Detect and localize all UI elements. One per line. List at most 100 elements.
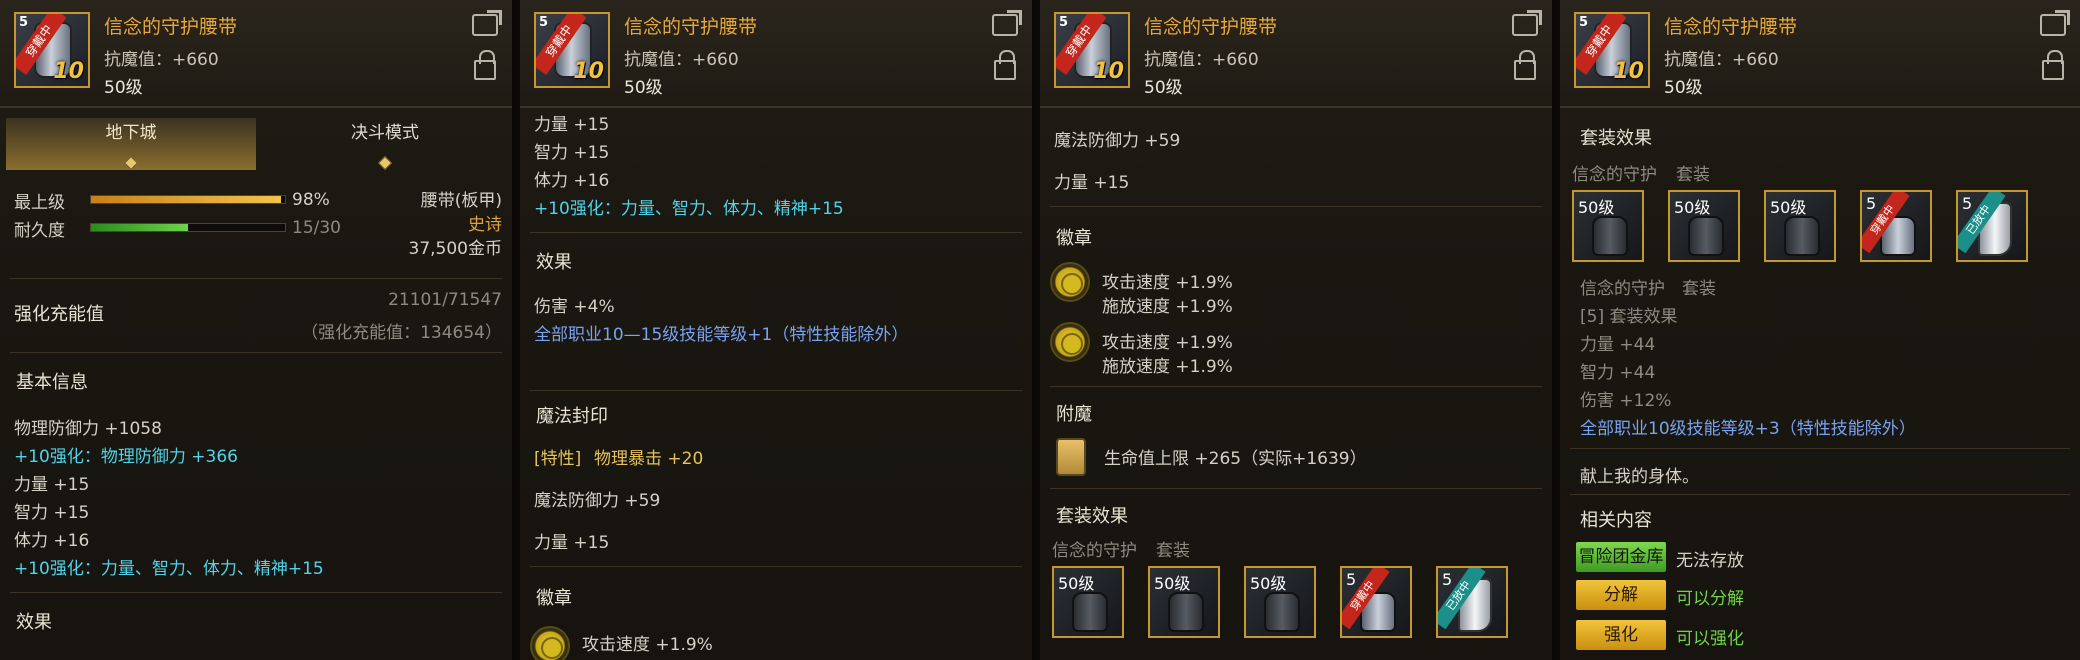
enchant-line: 生命值上限 +265（实际+1639） [1104,449,1367,469]
stat-line: +10强化：力量、智力、体力、精神+15 [14,559,324,579]
tab-dungeon[interactable]: 地下城 [6,118,256,171]
lock-icon[interactable] [994,50,1016,80]
magic-resist: 抗魔值：+660 [1144,50,1259,70]
enchant-title: 附魔 [1056,404,1092,425]
item-header: 5 穿戴中 10 信念的守护腰带 抗魔值：+660 50级 [1040,0,1552,108]
set-title: 套装效果 [1056,506,1128,527]
storage-text: 无法存放 [1676,551,1744,571]
magic-resist: 抗魔值：+660 [624,50,739,70]
set-slot[interactable]: 50级 [1052,566,1124,638]
share-icon[interactable] [1512,10,1542,36]
tooltip-panel-3: 5 穿戴中 10 信念的守护腰带 抗魔值：+660 50级 魔法防御力 +59 … [1040,0,1556,660]
belt-item-icon: 5 穿戴中 10 [1574,12,1650,88]
item-name: 信念的守护腰带 [104,16,238,38]
mdef-line: 魔法防御力 +59 [534,491,661,511]
item-name: 信念的守护腰带 [1144,16,1278,38]
set-name: 信念的守护 [1572,165,1657,185]
emblem-line: 攻击速度 +1.9% [582,635,713,655]
skill-line: 全部职业10—15级技能等级+1（特性技能除外） [534,325,909,345]
item-header: 5 穿戴中 10 信念的守护腰带 抗魔值：+660 50级 [520,0,1032,108]
set-name-2: 信念的守护 套装 [1580,279,1716,299]
tab-duel[interactable]: 决斗模式 [260,118,510,171]
related-title: 相关内容 [1580,510,1652,531]
grade-label: 最上级 [14,193,65,213]
disassemble-button[interactable]: 分解 [1576,580,1666,610]
str-line: 力量 +15 [1054,173,1130,193]
enchant-card-icon [1056,438,1086,476]
stat-line: 智力 +15 [14,503,90,523]
enhance-text: 可以强化 [1676,629,1744,649]
set-title: 套装效果 [1580,128,1652,149]
belt-item-icon: 5 穿戴中 10 [1054,12,1130,88]
lock-icon[interactable] [2042,50,2064,80]
icon-level: 5 [19,15,29,30]
set-slot[interactable]: 5 已放中 [1436,566,1508,638]
set-count: [5] 套装效果 [1580,307,1678,327]
set-skill: 全部职业10级技能等级+3（特性技能除外） [1580,419,1916,439]
magic-resist: 抗魔值：+660 [104,50,219,70]
stat-line: 力量 +15 [534,115,610,135]
item-name: 信念的守护腰带 [1664,16,1798,38]
mdef-line: 魔法防御力 +59 [1054,131,1181,151]
emblem-line: 攻击速度 +1.9% [1102,273,1233,293]
tooltip-panel-2: 5 穿戴中 10 信念的守护腰带 抗魔值：+660 50级 力量 +15 智力 … [520,0,1036,660]
item-level: 50级 [1144,78,1183,98]
damage-line: 伤害 +4% [534,297,615,317]
enhance-line: +10强化：力量、智力、体力、精神+15 [534,199,844,219]
stat-line: +10强化：物理防御力 +366 [14,447,238,467]
item-level: 50级 [624,78,663,98]
emblem-icon [1050,322,1090,362]
set-slot[interactable]: 50级 [1244,566,1316,638]
seal-title: 魔法封印 [536,406,608,427]
set-slot[interactable]: 5 穿戴中 [1860,190,1932,262]
durability-value: 15/30 [292,218,341,238]
share-icon[interactable] [2040,10,2070,36]
set-name: 信念的守护 [1052,541,1137,561]
item-level: 50级 [104,78,143,98]
tooltip-panel-4: 5 穿戴中 10 信念的守护腰带 抗魔值：+660 50级 套装效果 信念的守护… [1560,0,2080,660]
stat-line: 体力 +16 [14,531,90,551]
stat-line: 力量 +15 [14,475,90,495]
tooltip-panel-1: 5 穿戴中 10 信念的守护腰带 抗魔值：+660 50级 地下城 决斗模式 最… [0,0,516,660]
item-rarity: 史诗 [468,215,502,235]
mode-tabs: 地下城 决斗模式 [6,118,510,171]
magic-resist: 抗魔值：+660 [1664,50,1779,70]
grade-value: 98% [292,190,330,210]
disassemble-text: 可以分解 [1676,589,1744,609]
set-slot[interactable]: 50级 [1148,566,1220,638]
grade-bar [90,195,286,204]
emblem-line: 攻击速度 +1.9% [1102,333,1233,353]
set-slot[interactable]: 50级 [1572,190,1644,262]
item-price: 37,500金币 [408,239,502,259]
item-level: 50级 [1664,78,1703,98]
tab-indicator-icon [123,155,139,171]
set-slot[interactable]: 50级 [1764,190,1836,262]
set-slot[interactable]: 5 已放中 [1956,190,2028,262]
charge-label: 强化充能值 [14,304,104,325]
share-icon[interactable] [472,10,502,36]
emblem-icon [1050,262,1090,302]
lock-icon[interactable] [474,50,496,80]
set-tag: 套装 [1676,165,1710,185]
durability-bar [90,223,286,232]
charge-value: 21101/71547 [388,290,502,310]
emblem-title: 徽章 [536,588,572,609]
belt-item-icon: 5 穿戴中 10 [534,12,610,88]
enhance-button[interactable]: 强化 [1576,620,1666,650]
enhance-level: 10 [53,59,84,84]
item-header: 5 穿戴中 10 信念的守护腰带 抗魔值：+660 50级 [0,0,512,108]
lock-icon[interactable] [1514,50,1536,80]
stat-line: 体力 +16 [534,171,610,191]
str-line: 力量 +15 [534,533,610,553]
stat-line: 物理防御力 +1058 [14,419,162,439]
set-slot[interactable]: 50级 [1668,190,1740,262]
item-header: 5 穿戴中 10 信念的守护腰带 抗魔值：+660 50级 [1560,0,2080,108]
storage-button[interactable]: 冒险团金库 [1576,542,1666,572]
item-name: 信念的守护腰带 [624,16,758,38]
charge-detail: （强化充能值：134654） [301,323,502,343]
stat-line: 智力 +15 [534,143,610,163]
share-icon[interactable] [992,10,1022,36]
set-slot[interactable]: 5 穿戴中 [1340,566,1412,638]
set-tag: 套装 [1156,541,1190,561]
emblem-line: 施放速度 +1.9% [1102,297,1233,317]
